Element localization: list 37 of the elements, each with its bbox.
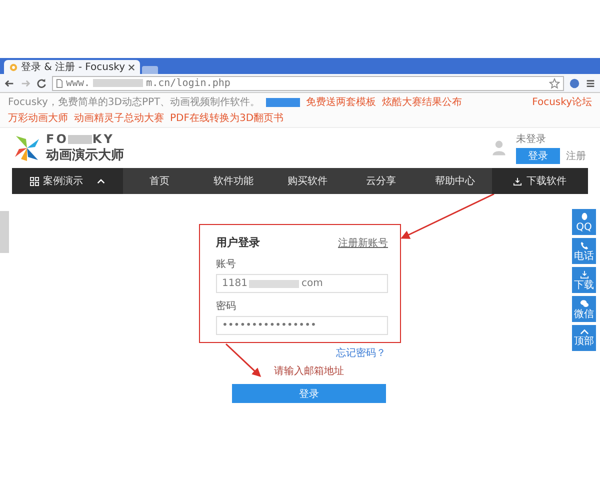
nav-item[interactable]: 软件功能 <box>196 168 270 194</box>
promo-link[interactable]: 动画精灵子总动大赛 <box>74 111 164 125</box>
side-button[interactable]: 电话 <box>572 238 596 264</box>
side-button[interactable]: 下载 <box>572 267 596 293</box>
logo-wordmark: FO <box>46 132 68 146</box>
login-button[interactable]: 登录 <box>516 148 560 164</box>
browser-tab[interactable]: 登录 & 注册 - Focusky <box>4 60 140 74</box>
promo-link[interactable]: PDF在线转换为3D翻页书 <box>170 111 284 125</box>
intro-text: Focusky，免费简单的3D动态PPT、动画视频制作软件。 <box>8 96 260 109</box>
promo-link[interactable]: 炫酷大赛结果公布 <box>382 95 462 109</box>
tab-title: 登录 & 注册 - Focusky <box>21 60 126 74</box>
side-button[interactable]: 顶部 <box>572 325 596 351</box>
account-field[interactable]: 1181 com <box>216 274 388 293</box>
forgot-password-link[interactable]: 忘记密码？ <box>336 346 386 360</box>
login-button[interactable]: 登录 <box>232 384 386 403</box>
nav-item[interactable]: 案例演示 <box>12 168 123 194</box>
nav-item[interactable]: 下载软件 <box>492 168 588 194</box>
nav-item[interactable]: 首页 <box>122 168 197 194</box>
promo-link[interactable]: 万彩动画大师 <box>8 111 68 125</box>
nav-item[interactable]: 购买软件 <box>270 168 344 194</box>
nav-item[interactable]: 帮助中心 <box>418 168 492 194</box>
promo-link[interactable]: Focusky论坛 <box>532 95 592 109</box>
password-field[interactable]: •••••••••••••••• <box>216 316 388 335</box>
field-label: 账号 <box>216 258 237 271</box>
error-message: 请输入邮箱地址 <box>274 364 344 378</box>
side-button[interactable]: 微信 <box>572 296 596 322</box>
logo-subtitle: 动画演示大师 <box>46 146 124 164</box>
register-link[interactable]: 注册 <box>566 149 586 163</box>
field-label: 密码 <box>216 300 237 313</box>
register-link[interactable]: 注册新账号 <box>338 236 388 250</box>
nav-item[interactable]: 云分享 <box>344 168 418 194</box>
login-status: 未登录 <box>516 132 547 146</box>
logo-wordmark: KY <box>92 132 114 146</box>
address-bar[interactable]: www. m.cn/login.php <box>52 76 564 90</box>
login-title: 用户登录 <box>216 235 260 250</box>
side-button[interactable]: QQ <box>572 209 596 235</box>
promo-link[interactable]: 免费送两套模板 <box>306 95 376 109</box>
